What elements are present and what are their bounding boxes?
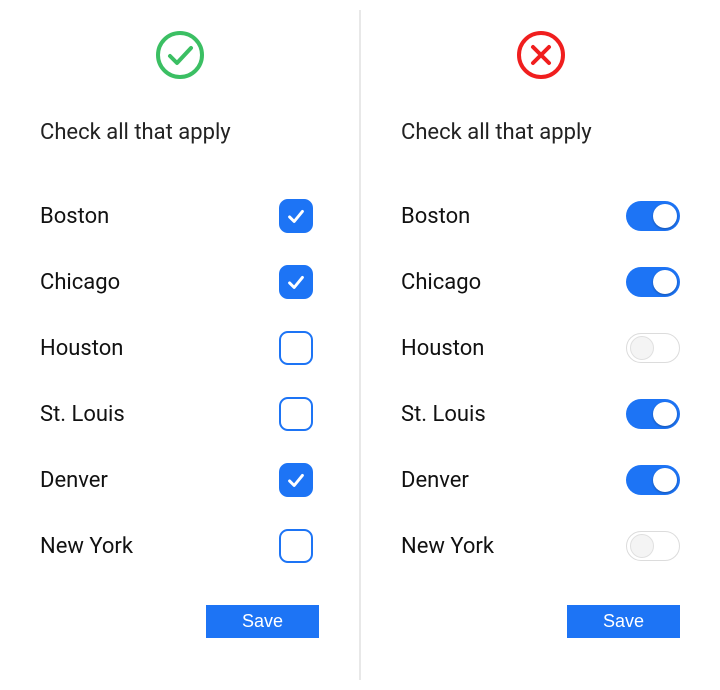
check-circle-icon	[155, 30, 205, 80]
option-label: Houston	[401, 336, 484, 361]
option-label: Boston	[40, 204, 109, 229]
option-label: New York	[40, 534, 133, 559]
option-checkbox[interactable]	[279, 331, 313, 365]
option-row: Chicago	[40, 249, 319, 315]
option-label: St. Louis	[40, 402, 125, 427]
save-button[interactable]: Save	[206, 605, 319, 638]
option-label: Boston	[401, 204, 470, 229]
option-row: St. Louis	[401, 381, 680, 447]
option-checkbox[interactable]	[279, 199, 313, 233]
bad-options-list: Boston Chicago Houston St. Louis Denver New Y…	[401, 183, 680, 579]
option-toggle[interactable]	[626, 399, 680, 429]
option-row: Houston	[401, 315, 680, 381]
toggle-knob-icon	[630, 336, 654, 360]
toggle-knob-icon	[653, 402, 677, 426]
toggle-knob-icon	[653, 204, 677, 228]
option-toggle[interactable]	[626, 267, 680, 297]
option-toggle[interactable]	[626, 333, 680, 363]
option-label: Denver	[401, 468, 469, 493]
option-toggle[interactable]	[626, 201, 680, 231]
good-heading: Check all that apply	[40, 120, 319, 145]
option-checkbox[interactable]	[279, 397, 313, 431]
option-checkbox[interactable]	[279, 529, 313, 563]
option-checkbox[interactable]	[279, 265, 313, 299]
good-options-list: Boston Chicago Houston St. Louis Denver New Y…	[40, 183, 319, 579]
option-checkbox[interactable]	[279, 463, 313, 497]
option-label: Houston	[40, 336, 123, 361]
option-label: Chicago	[401, 270, 481, 295]
bad-heading: Check all that apply	[401, 120, 680, 145]
option-toggle[interactable]	[626, 465, 680, 495]
bad-example-panel: Check all that apply Boston Chicago Housto…	[361, 0, 720, 690]
toggle-knob-icon	[630, 534, 654, 558]
toggle-knob-icon	[653, 270, 677, 294]
option-row: Houston	[40, 315, 319, 381]
option-row: Chicago	[401, 249, 680, 315]
toggle-knob-icon	[653, 468, 677, 492]
save-button[interactable]: Save	[567, 605, 680, 638]
option-row: Denver	[401, 447, 680, 513]
option-row: Denver	[40, 447, 319, 513]
x-circle-icon	[516, 30, 566, 80]
option-row: Boston	[401, 183, 680, 249]
option-label: Denver	[40, 468, 108, 493]
option-toggle[interactable]	[626, 531, 680, 561]
option-row: Boston	[40, 183, 319, 249]
option-label: New York	[401, 534, 494, 559]
option-row: New York	[401, 513, 680, 579]
option-row: New York	[40, 513, 319, 579]
good-example-panel: Check all that apply Boston Chicago Housto…	[0, 0, 359, 690]
option-row: St. Louis	[40, 381, 319, 447]
option-label: Chicago	[40, 270, 120, 295]
option-label: St. Louis	[401, 402, 486, 427]
